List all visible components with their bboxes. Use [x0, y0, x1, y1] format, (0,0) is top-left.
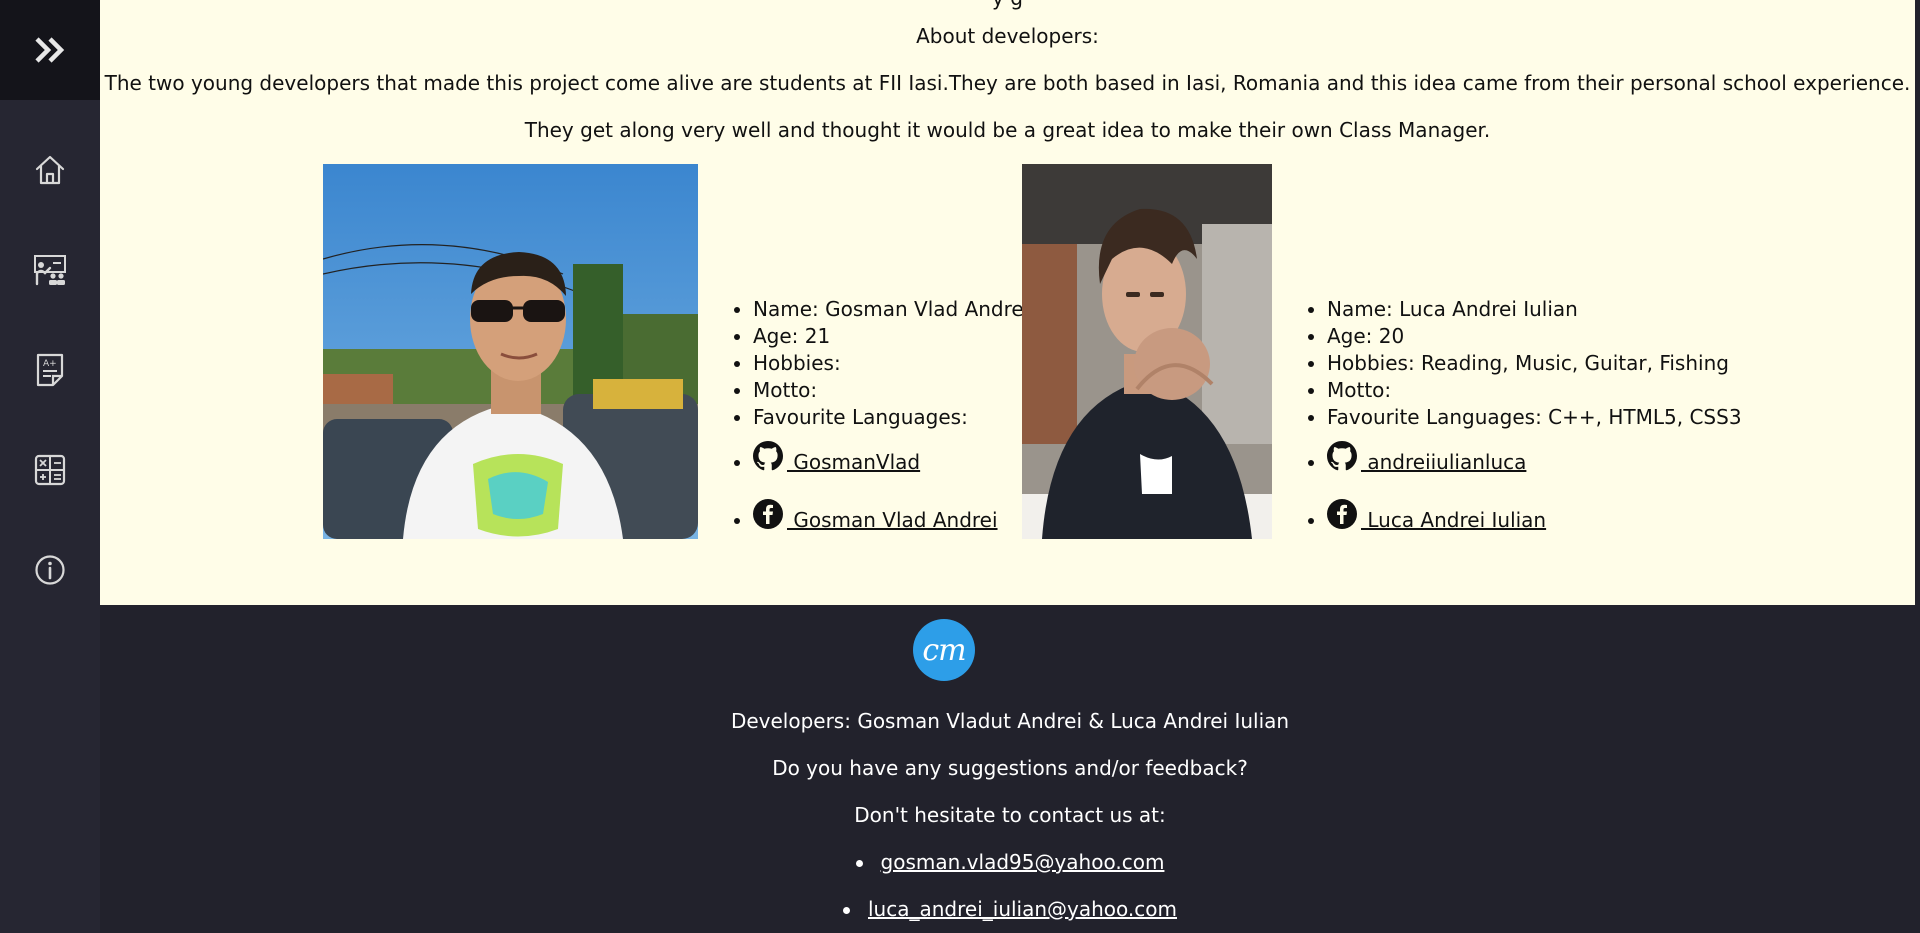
about-title: About developers:: [916, 24, 1099, 48]
list-bullet: [855, 860, 863, 867]
developer-photo-luca: [1022, 164, 1272, 539]
github-link-label: andreiiulianluca: [1361, 450, 1527, 474]
developer-name: Name: Luca Andrei Iulian: [1327, 296, 1742, 323]
window-right-edge: [1915, 0, 1920, 933]
developer-hobbies: Hobbies:: [753, 350, 1029, 377]
github-link-label: GosmanVlad: [787, 450, 921, 474]
github-icon: [753, 441, 783, 471]
about-paragraph-2: They get along very well and thought it …: [524, 118, 1491, 142]
facebook-link-luca[interactable]: Luca Andrei Iulian: [1327, 499, 1547, 532]
developer-hobbies: Hobbies: Reading, Music, Guitar, Fishing: [1327, 350, 1742, 377]
sidebar-expand-button[interactable]: [0, 0, 100, 100]
contact-email-item: gosman.vlad95@yahoo.com: [100, 850, 1920, 874]
sidebar-item-home[interactable]: [0, 135, 100, 205]
grades-icon: A+: [36, 353, 64, 387]
info-icon: [35, 555, 65, 585]
facebook-link-gosman[interactable]: Gosman Vlad Andrei: [753, 499, 998, 532]
double-chevron-right-icon: [35, 37, 65, 63]
github-link-gosman[interactable]: GosmanVlad: [753, 441, 921, 474]
footer: cm Developers: Gosman Vladut Andrei & Lu…: [100, 605, 1920, 933]
github-link-item: GosmanVlad: [753, 441, 1029, 477]
about-section: y g About developers: The two young deve…: [100, 0, 1915, 605]
developer-age: Age: 21: [753, 323, 1029, 350]
footer-developers: Developers: Gosman Vladut Andrei & Luca …: [730, 709, 1290, 733]
sidebar-item-classroom[interactable]: [0, 235, 100, 305]
developer-photo-gosman: [323, 164, 698, 539]
about-paragraph-1: The two young developers that made this …: [104, 71, 1911, 95]
sidebar-item-calculator[interactable]: [0, 435, 100, 505]
footer-contact: Don't hesitate to contact us at:: [854, 803, 1166, 827]
classroom-icon: [34, 255, 66, 286]
developer-motto: Motto:: [1327, 377, 1742, 404]
developer-age: Age: 20: [1327, 323, 1742, 350]
facebook-link-label: Gosman Vlad Andrei: [787, 508, 998, 532]
developer-motto: Motto:: [753, 377, 1029, 404]
contact-email-item: luca_andrei_iulian@yahoo.com: [100, 897, 1920, 921]
email-link-luca[interactable]: luca_andrei_iulian@yahoo.com: [868, 897, 1177, 921]
facebook-link-item: Luca Andrei Iulian: [1327, 499, 1742, 535]
facebook-icon: [753, 499, 783, 529]
footer-suggestions: Do you have any suggestions and/or feedb…: [772, 756, 1248, 780]
developer-name: Name: Gosman Vlad Andrei: [753, 296, 1029, 323]
github-link-item: andreiiulianluca: [1327, 441, 1742, 477]
email-link-gosman[interactable]: gosman.vlad95@yahoo.com: [881, 850, 1165, 874]
sidebar-item-grades[interactable]: A+: [0, 335, 100, 405]
facebook-link-item: Gosman Vlad Andrei: [753, 499, 1029, 535]
cut-off-heading: y g: [100, 0, 1915, 10]
sidebar: A+: [0, 0, 100, 933]
developer-languages: Favourite Languages:: [753, 404, 1029, 431]
developer-info-luca: Name: Luca Andrei Iulian Age: 20 Hobbies…: [1299, 296, 1742, 535]
github-icon: [1327, 441, 1357, 471]
github-link-luca[interactable]: andreiiulianluca: [1327, 441, 1527, 474]
developer-languages: Favourite Languages: C++, HTML5, CSS3: [1327, 404, 1742, 431]
app-logo: cm: [913, 619, 975, 681]
calculator-icon: [34, 454, 66, 486]
list-bullet: [843, 907, 850, 914]
home-icon: [35, 155, 65, 185]
svg-text:A+: A+: [43, 359, 57, 369]
facebook-icon: [1327, 499, 1357, 529]
facebook-link-label: Luca Andrei Iulian: [1361, 508, 1547, 532]
sidebar-item-info[interactable]: [0, 535, 100, 605]
developer-info-gosman: Name: Gosman Vlad Andrei Age: 21 Hobbies…: [725, 296, 1029, 535]
